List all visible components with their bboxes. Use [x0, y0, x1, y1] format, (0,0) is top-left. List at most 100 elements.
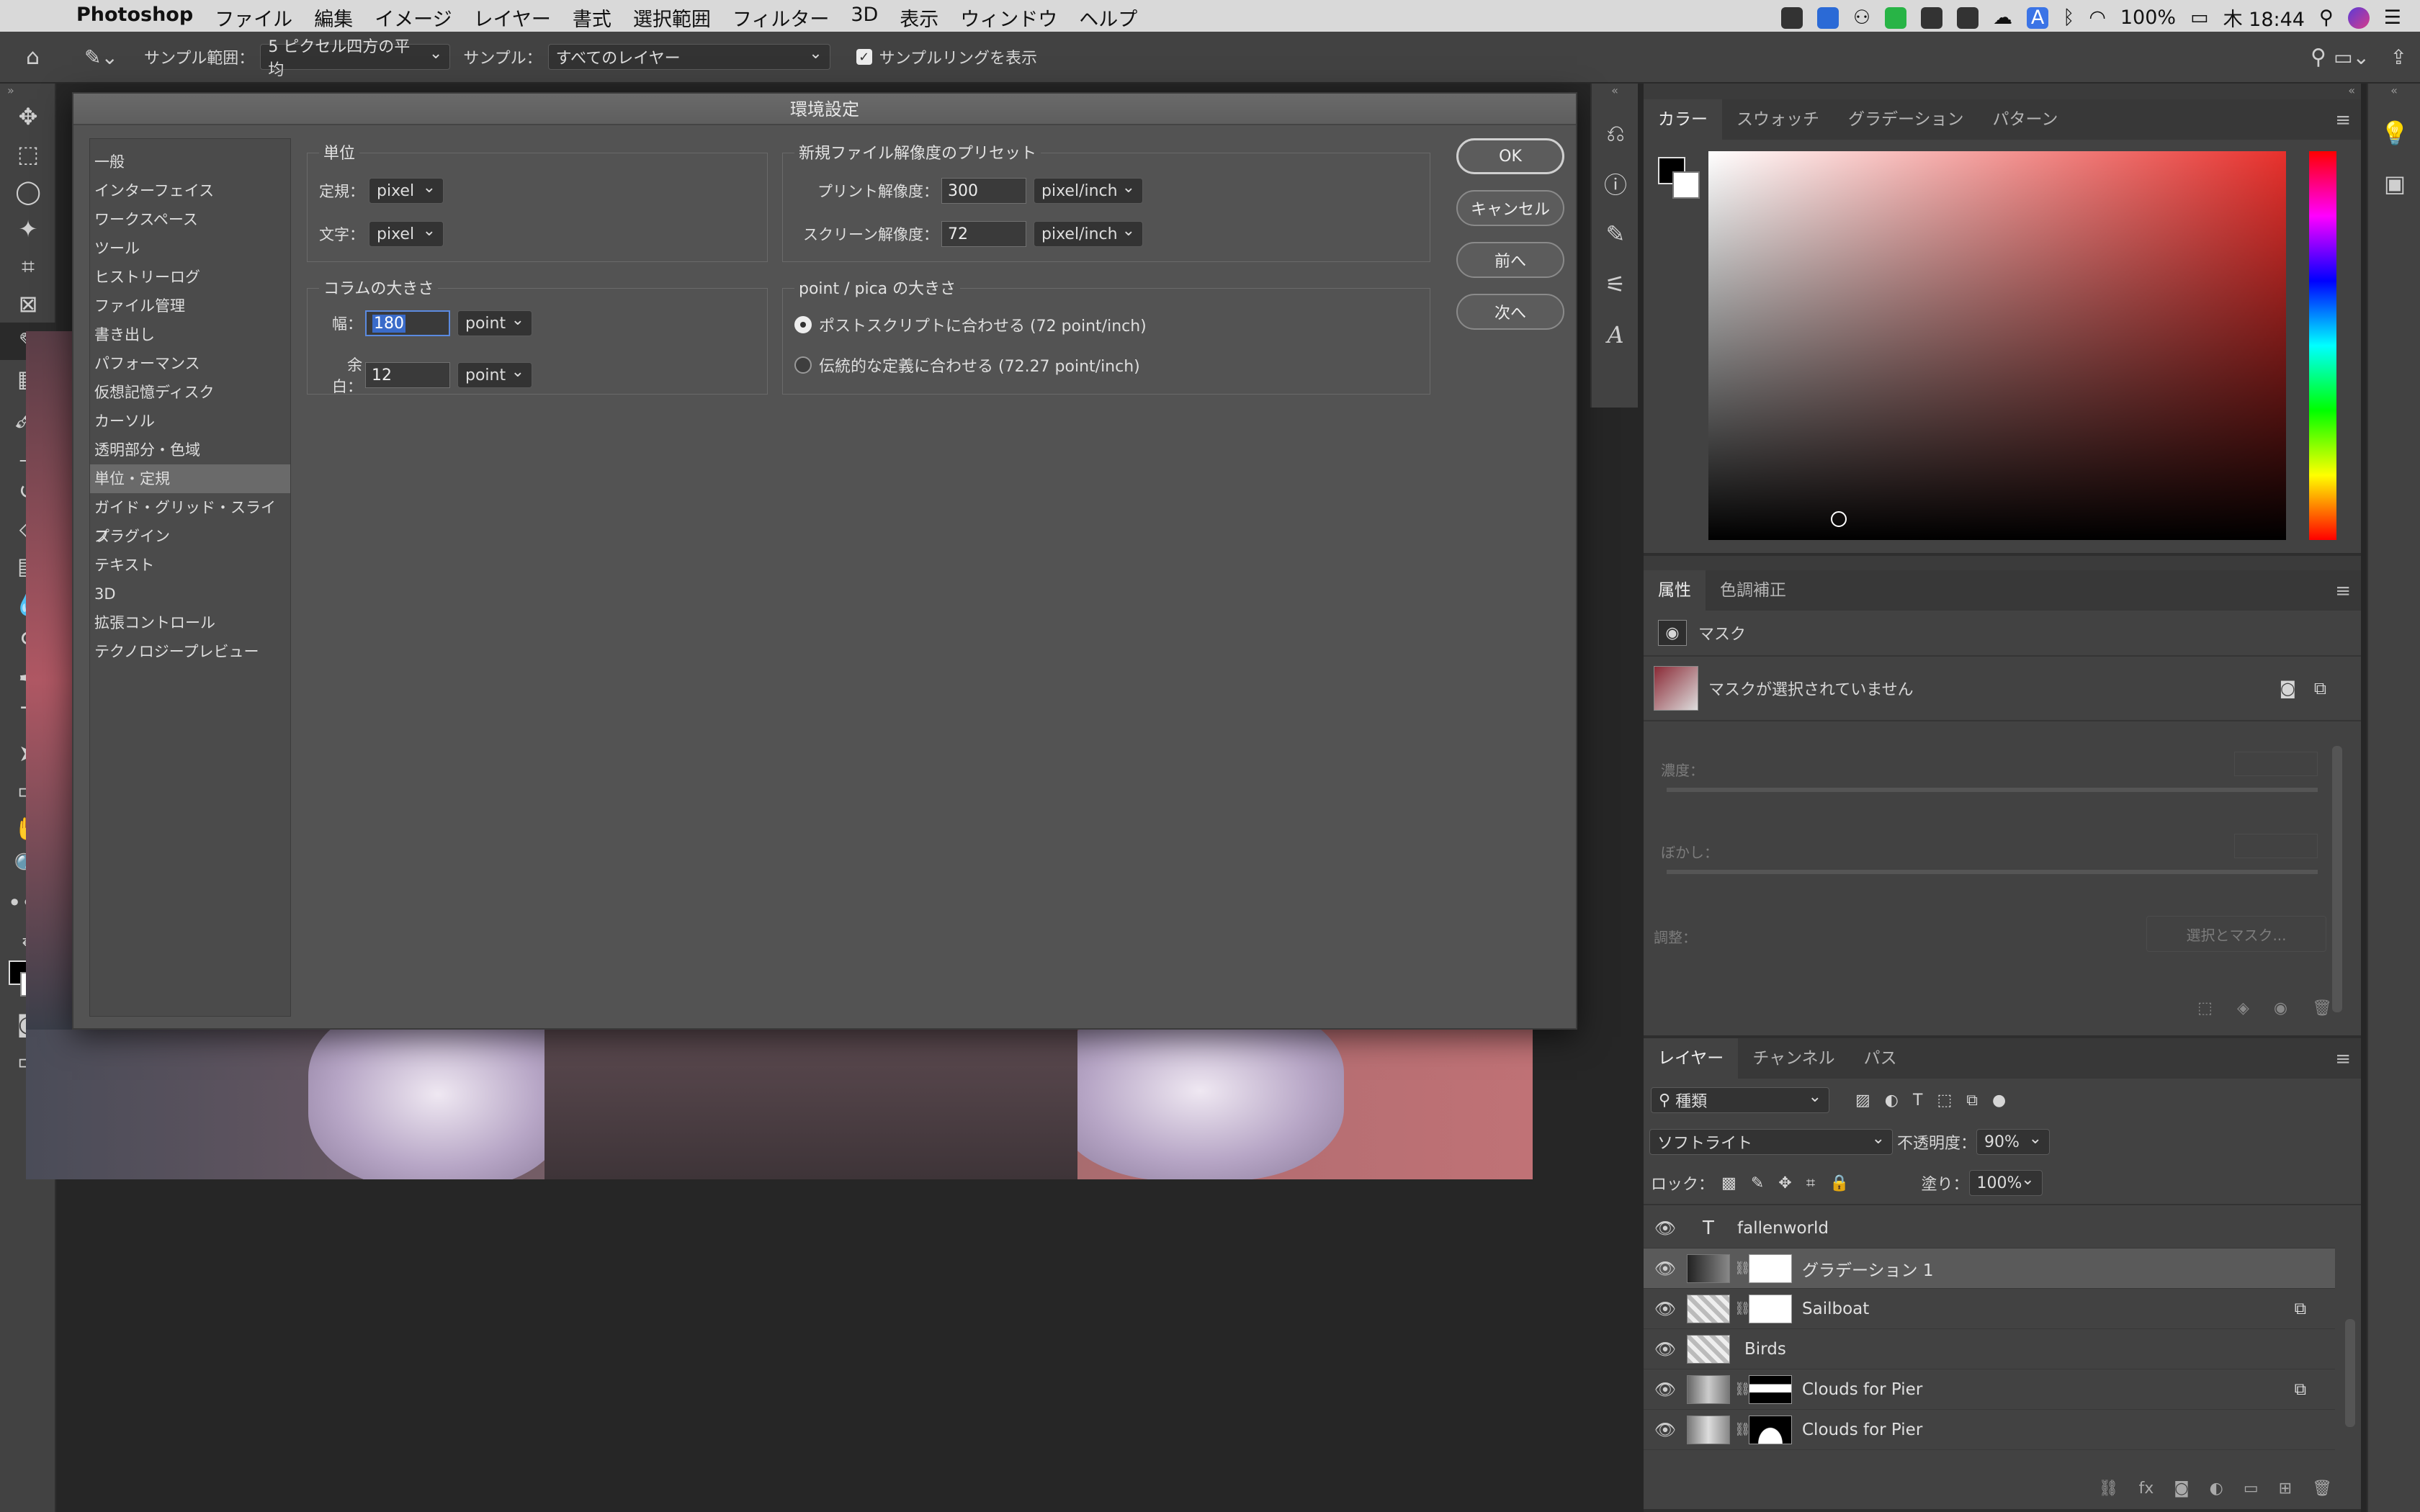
app-menu[interactable]: Photoshop: [76, 4, 193, 32]
tab-channels[interactable]: チャンネル: [1738, 1038, 1849, 1079]
home-icon[interactable]: ⌂: [26, 45, 40, 70]
menu-select[interactable]: 選択範囲: [633, 4, 711, 32]
toggle-mask-icon[interactable]: ◉: [2274, 999, 2287, 1017]
wifi-icon[interactable]: ◠: [2089, 6, 2106, 29]
category-tools[interactable]: ツール: [90, 234, 290, 263]
filter-type-icon[interactable]: T: [1913, 1092, 1922, 1110]
category-file-handling[interactable]: ファイル管理: [90, 292, 290, 320]
ruler-unit-select[interactable]: pixel: [369, 178, 444, 204]
cancel-button[interactable]: キャンセル: [1456, 190, 1564, 226]
new-group-icon[interactable]: ▭: [2244, 1480, 2259, 1498]
category-export[interactable]: 書き出し: [90, 320, 290, 349]
category-type[interactable]: テキスト: [90, 551, 290, 580]
tab-paths[interactable]: パス: [1850, 1038, 1912, 1079]
brush-settings-icon[interactable]: ✎: [1592, 209, 1639, 259]
pixel-mask-icon[interactable]: ◙: [2280, 678, 2296, 698]
link-icon[interactable]: ⛓: [1734, 1301, 1751, 1316]
properties-scrollbar[interactable]: [2332, 746, 2342, 1012]
filter-toggle-icon[interactable]: ●: [1992, 1092, 2006, 1110]
layers-scrollbar[interactable]: [2345, 1319, 2355, 1427]
learn-icon[interactable]: 💡: [2368, 108, 2420, 158]
adjustments-icon[interactable]: ⚟: [1592, 259, 1639, 310]
glyphs-panel-icon[interactable]: A: [1592, 310, 1639, 360]
layer-mask-thumbnail[interactable]: [1749, 1254, 1792, 1283]
category-technology-previews[interactable]: テクノロジープレビュー: [90, 637, 290, 666]
type-unit-select[interactable]: pixel: [369, 221, 444, 247]
input-method-icon[interactable]: A: [2027, 6, 2049, 29]
category-performance[interactable]: パフォーマンス: [90, 349, 290, 378]
visibility-eye-icon[interactable]: 👁: [1644, 1218, 1687, 1238]
tab-color[interactable]: カラー: [1644, 99, 1722, 140]
visibility-eye-icon[interactable]: 👁: [1644, 1339, 1687, 1359]
gutter-input[interactable]: 12: [365, 362, 450, 388]
color-picker-handle[interactable]: [1831, 511, 1847, 527]
link-icon[interactable]: ⛓: [1734, 1382, 1751, 1397]
fx-icon[interactable]: fx: [2139, 1480, 2154, 1498]
filter-shape-icon[interactable]: ⬚: [1937, 1092, 1952, 1110]
lock-pixels-icon[interactable]: ✎: [1751, 1174, 1764, 1192]
category-transparency[interactable]: 透明部分・色域: [90, 436, 290, 464]
panel-menu-icon[interactable]: ≡: [2335, 109, 2351, 131]
tab-patterns[interactable]: パターン: [1978, 99, 2073, 140]
category-scratch-disks[interactable]: 仮想記憶ディスク: [90, 378, 290, 407]
menu-help[interactable]: ヘルプ: [1079, 4, 1137, 32]
add-mask-icon[interactable]: ◙: [2174, 1480, 2189, 1498]
creative-cloud-icon[interactable]: ☁: [1993, 6, 2012, 29]
visibility-eye-icon[interactable]: 👁: [1644, 1299, 1687, 1319]
new-layer-icon[interactable]: ⊞: [2279, 1480, 2292, 1498]
lock-all-icon[interactable]: 🔒: [1829, 1174, 1849, 1192]
background-color[interactable]: [1672, 171, 1700, 199]
share-icon[interactable]: ⇪: [2390, 45, 2407, 69]
sample-select[interactable]: すべてのレイヤー: [547, 44, 830, 70]
column-width-unit-select[interactable]: point: [457, 310, 532, 336]
marquee-tool-icon[interactable]: ⬚: [0, 135, 56, 173]
panel-menu-icon[interactable]: ≡: [2335, 1048, 2351, 1070]
category-plugins[interactable]: プラグイン: [90, 522, 290, 551]
screen-resolution-unit-select[interactable]: pixel/inch: [1034, 221, 1143, 247]
menu-layer[interactable]: レイヤー: [474, 4, 551, 32]
category-3d[interactable]: 3D: [90, 580, 290, 608]
history-panel-icon[interactable]: ⎌: [1592, 108, 1639, 158]
new-adjustment-icon[interactable]: ◐: [2210, 1480, 2223, 1498]
crop-tool-icon[interactable]: ⌗: [0, 248, 56, 285]
move-tool-icon[interactable]: ✥: [0, 98, 56, 135]
spotlight-search-icon[interactable]: ⚲: [2319, 6, 2334, 29]
clock[interactable]: 木 18:44: [2223, 4, 2305, 32]
tab-gradients[interactable]: グラデーション: [1834, 99, 1978, 140]
libraries-icon[interactable]: ▣: [2368, 158, 2420, 209]
category-cursors[interactable]: カーソル: [90, 407, 290, 436]
lock-position-icon[interactable]: ✥: [1778, 1174, 1791, 1192]
filter-pixel-icon[interactable]: ▨: [1855, 1092, 1870, 1110]
siri-icon[interactable]: [2347, 6, 2370, 29]
visibility-eye-icon[interactable]: 👁: [1644, 1259, 1687, 1279]
category-general[interactable]: 一般: [90, 148, 290, 176]
layer-row[interactable]: 👁 Birds: [1644, 1329, 2335, 1369]
category-units-rulers[interactable]: 単位・定規: [90, 464, 290, 493]
lock-artboard-icon[interactable]: ⌗: [1806, 1174, 1815, 1192]
collapse-icon[interactable]: «: [2368, 84, 2420, 108]
column-width-input[interactable]: 180: [365, 310, 450, 336]
delete-mask-icon[interactable]: 🗑: [2312, 999, 2332, 1017]
sample-size-select[interactable]: 5 ピクセル四方の平均: [260, 38, 451, 79]
tab-adjustments[interactable]: 色調補正: [1706, 570, 1801, 611]
prev-button[interactable]: 前へ: [1456, 242, 1564, 278]
lasso-tool-icon[interactable]: ◯: [0, 173, 56, 210]
load-selection-icon[interactable]: ⬚: [2197, 999, 2213, 1017]
magic-wand-tool-icon[interactable]: ✦: [0, 210, 56, 248]
status-docker-icon[interactable]: [1816, 6, 1839, 29]
menu-image[interactable]: イメージ: [375, 4, 452, 32]
filter-adjustment-icon[interactable]: ◐: [1885, 1092, 1899, 1110]
density-input[interactable]: [2234, 752, 2318, 776]
eyedropper-preset-icon[interactable]: ✎⌄: [84, 45, 118, 69]
postscript-option[interactable]: ポストスクリプトに合わせる (72 point/inch): [794, 313, 1147, 336]
layer-mask-thumbnail[interactable]: [1749, 1415, 1792, 1444]
feather-input[interactable]: [2234, 834, 2318, 858]
menu-type[interactable]: 書式: [573, 4, 611, 32]
panel-menu-icon[interactable]: ≡: [2335, 580, 2351, 602]
layer-row[interactable]: 👁 ⛓ Clouds for Pier: [1644, 1410, 2335, 1450]
print-resolution-unit-select[interactable]: pixel/inch: [1034, 178, 1143, 204]
feather-slider[interactable]: [1667, 870, 2318, 874]
menu-filter[interactable]: フィルター: [732, 4, 829, 32]
menu-window[interactable]: ウィンドウ: [960, 4, 1057, 32]
status-app-icon[interactable]: [1780, 6, 1803, 29]
